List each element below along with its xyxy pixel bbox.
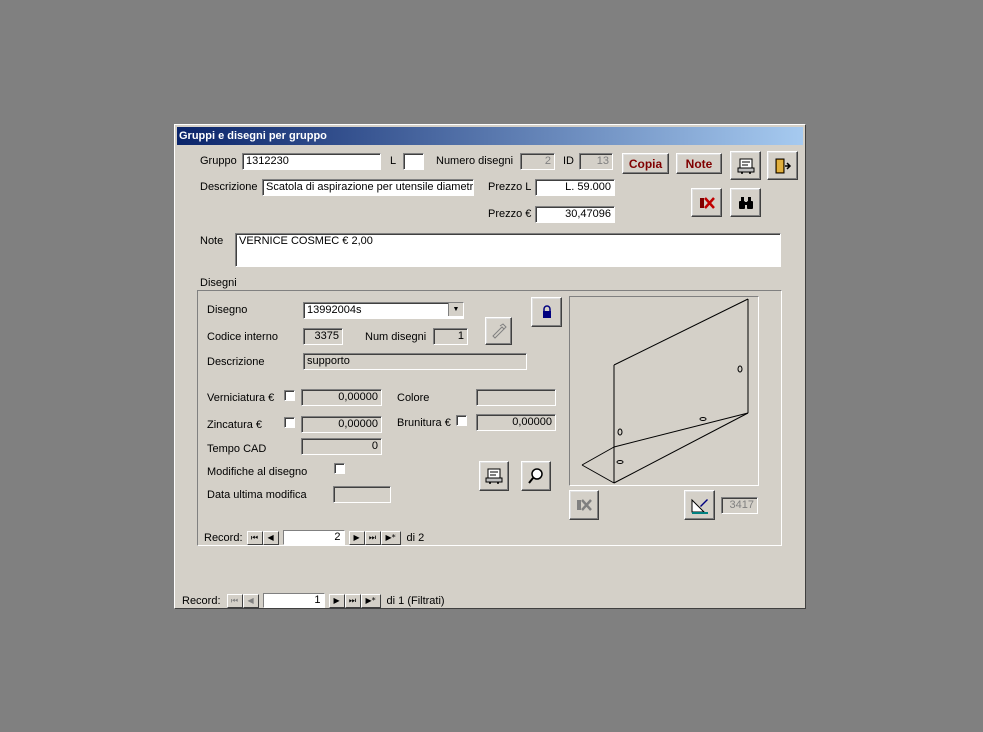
disegno-preview-button[interactable] — [479, 461, 509, 491]
prezzo-l-label: Prezzo L — [488, 181, 532, 193]
verniciatura-field: 0,00000 — [301, 389, 382, 406]
drawing-image — [569, 296, 759, 486]
colore-field — [476, 389, 556, 406]
next-record-button[interactable]: ▶ — [328, 593, 345, 608]
tempo-cad-label: Tempo CAD — [207, 443, 267, 455]
verniciatura-label: Verniciatura € — [207, 392, 275, 404]
brunitura-checkbox[interactable] — [456, 415, 467, 426]
numero-disegni-label: Numero disegni — [436, 155, 514, 167]
disegno-combo[interactable]: 13992004s ▼ — [303, 302, 464, 319]
preview-report-icon — [485, 468, 503, 484]
subnav-label: Record: — [204, 531, 243, 544]
preview-report-icon — [737, 158, 754, 174]
note-label: Note — [200, 235, 224, 247]
last-record-button[interactable]: ⏭ — [344, 593, 361, 608]
l-field[interactable] — [403, 153, 424, 170]
disegno-combo-value: 13992004s — [307, 304, 362, 316]
subnav-of-text: di 2 — [406, 531, 425, 544]
gruppo-field[interactable]: 1312230 — [242, 153, 381, 170]
search-button[interactable] — [521, 461, 551, 491]
prev-record-button[interactable]: ◀ — [242, 593, 259, 608]
binoculars-icon — [738, 196, 753, 209]
new-record-button[interactable]: ▶* — [380, 530, 401, 545]
main-window: Gruppi e disegni per gruppo Gruppo 13122… — [174, 124, 806, 609]
new-record-button[interactable]: ▶* — [360, 593, 381, 608]
magnifier-icon — [528, 468, 543, 484]
image-id-field: 3417 — [721, 497, 758, 514]
disegno-descrizione-field: supporto — [303, 353, 527, 370]
zincatura-label: Zincatura € — [207, 419, 263, 431]
window-title: Gruppi e disegni per gruppo — [177, 127, 803, 145]
note-field[interactable]: VERNICE COSMEC € 2,00 — [235, 233, 781, 267]
dropdown-arrow-icon[interactable]: ▼ — [448, 303, 463, 316]
remove-image-button[interactable] — [569, 490, 599, 520]
disegno-label: Disegno — [207, 304, 248, 316]
prezzo-l-field[interactable]: L. 59.000 — [535, 179, 615, 196]
numero-disegni-field: 2 — [520, 153, 555, 170]
prezzo-eur-label: Prezzo € — [488, 208, 532, 220]
colore-label: Colore — [397, 392, 430, 404]
data-modifica-label: Data ultima modifica — [207, 489, 307, 501]
tempo-cad-field: 0 — [301, 438, 382, 455]
mainnav-record-field[interactable]: 1 — [262, 593, 325, 608]
edit-drawing-button[interactable] — [684, 490, 715, 520]
preview-report-button[interactable] — [730, 151, 761, 180]
find-button[interactable] — [730, 188, 761, 217]
prezzo-eur-field[interactable]: 30,47096 — [535, 206, 615, 223]
gruppo-label: Gruppo — [200, 155, 237, 167]
first-record-button[interactable]: ⏮ — [226, 593, 243, 608]
next-record-button[interactable]: ▶ — [348, 530, 365, 545]
first-record-button[interactable]: ⏮ — [246, 530, 263, 545]
modifiche-label: Modifiche al disegno — [207, 466, 308, 478]
prev-record-button[interactable]: ◀ — [262, 530, 279, 545]
codice-interno-label: Codice interno — [207, 331, 278, 343]
mainnav-of-text: di 1 (Filtrati) — [386, 594, 445, 607]
codice-interno-field: 3375 — [303, 328, 343, 345]
pencil-icon — [491, 323, 507, 339]
id-field: 13 — [579, 153, 613, 170]
mainnav-label: Record: — [182, 594, 221, 607]
exit-button[interactable] — [767, 151, 798, 180]
id-label: ID — [563, 155, 574, 167]
l-label: L — [390, 155, 397, 167]
descrizione-field[interactable]: Scatola di aspirazione per utensile diam… — [262, 179, 474, 196]
verniciatura-checkbox[interactable] — [284, 390, 295, 401]
brunitura-field: 0,00000 — [476, 414, 556, 431]
delete-x-icon — [577, 499, 592, 511]
delete-record-button[interactable] — [691, 188, 722, 217]
drawing-sketch-image — [581, 298, 749, 484]
drawing-tool-button[interactable] — [485, 317, 512, 345]
delete-x-icon — [699, 196, 715, 209]
data-modifica-field — [333, 486, 391, 503]
copia-button[interactable]: Copia — [622, 153, 669, 174]
modifiche-checkbox[interactable] — [334, 463, 345, 474]
main-record-navigator: Record: ⏮ ◀ 1 ▶ ⏭ ▶* di 1 (Filtrati) — [182, 593, 445, 608]
last-record-button[interactable]: ⏭ — [364, 530, 381, 545]
brunitura-label: Brunitura € — [397, 417, 451, 429]
subform-record-navigator: Record: ⏮ ◀ 2 ▶ ⏭ ▶* di 2 — [204, 530, 424, 545]
subnav-record-field[interactable]: 2 — [282, 530, 345, 545]
lock-icon — [542, 305, 551, 318]
num-disegni-label: Num disegni — [365, 331, 427, 343]
lock-button[interactable] — [531, 297, 562, 327]
note-button[interactable]: Note — [676, 153, 722, 174]
exit-door-icon — [775, 158, 791, 173]
disegni-section-label: Disegni — [200, 277, 237, 289]
zincatura-checkbox[interactable] — [284, 417, 295, 428]
descrizione-label: Descrizione — [200, 181, 258, 193]
set-square-icon — [691, 498, 708, 514]
disegno-descrizione-label: Descrizione — [207, 356, 265, 368]
num-disegni-field: 1 — [433, 328, 468, 345]
zincatura-field: 0,00000 — [301, 416, 382, 433]
